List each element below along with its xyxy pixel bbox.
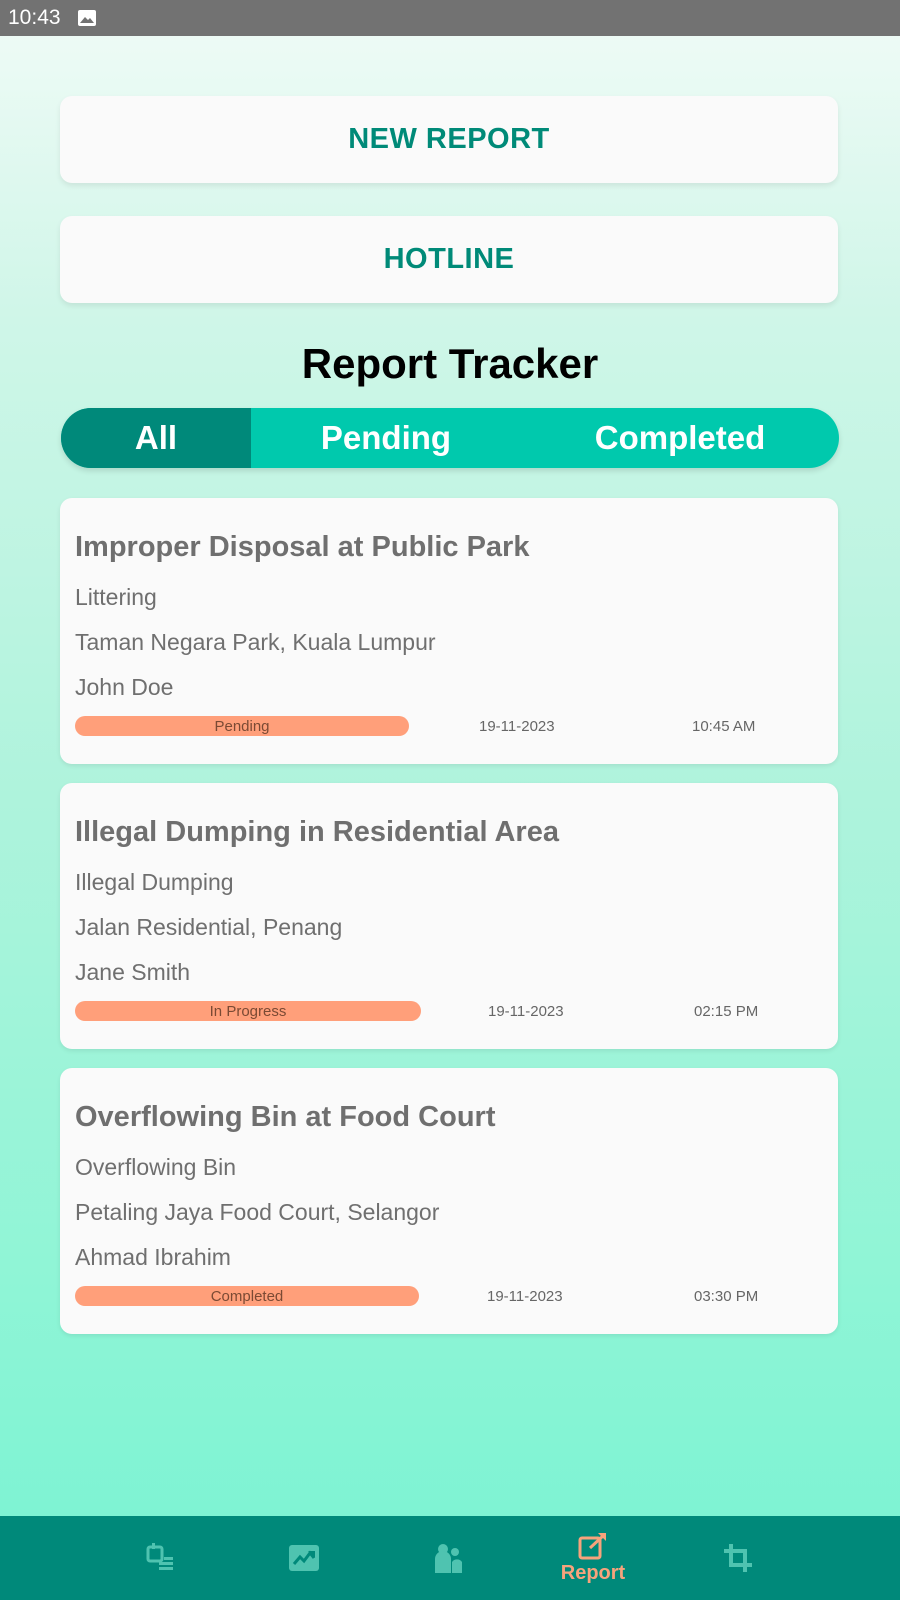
- report-card[interactable]: Improper Disposal at Public Park Litteri…: [60, 498, 838, 764]
- nav-item-photo[interactable]: [254, 1516, 354, 1600]
- crop-icon: [724, 1544, 752, 1572]
- status-badge: Pending: [75, 716, 409, 736]
- report-date: 19-11-2023: [487, 1287, 563, 1305]
- report-title: Improper Disposal at Public Park: [75, 531, 530, 563]
- report-time: 02:15 PM: [694, 1002, 759, 1020]
- nav-item-people[interactable]: [398, 1516, 498, 1600]
- tab-completed[interactable]: Completed: [521, 408, 839, 468]
- nav-label-report: Report: [560, 1561, 626, 1584]
- report-location: Jalan Residential, Penang: [75, 914, 343, 940]
- report-title: Overflowing Bin at Food Court: [75, 1101, 496, 1133]
- report-reporter: John Doe: [75, 674, 174, 700]
- nav-item-crop[interactable]: [688, 1516, 788, 1600]
- new-report-label: NEW REPORT: [348, 123, 550, 155]
- report-filter-tabs: All Pending Completed: [61, 408, 839, 468]
- photo-icon: [289, 1545, 319, 1571]
- new-report-button[interactable]: NEW REPORT: [60, 96, 838, 183]
- people-icon: [435, 1544, 462, 1573]
- report-card[interactable]: Overflowing Bin at Food Court Overflowin…: [60, 1068, 838, 1334]
- report-edit-icon: [578, 1532, 606, 1559]
- tab-all[interactable]: All: [61, 408, 251, 468]
- report-date: 19-11-2023: [479, 717, 555, 735]
- report-category: Illegal Dumping: [75, 869, 234, 895]
- report-category: Littering: [75, 584, 157, 610]
- report-tracker-title: Report Tracker: [301, 340, 599, 387]
- status-time: 10:43: [8, 6, 61, 29]
- status-badge: Completed: [75, 1286, 419, 1306]
- nav-item-schedule[interactable]: [110, 1516, 210, 1600]
- hotline-button[interactable]: HOTLINE: [60, 216, 838, 303]
- report-time: 10:45 AM: [692, 717, 756, 735]
- report-time: 03:30 PM: [694, 1287, 759, 1305]
- nav-item-report[interactable]: Report: [543, 1516, 643, 1600]
- hotline-label: HOTLINE: [383, 243, 515, 275]
- report-category: Overflowing Bin: [75, 1154, 237, 1180]
- schedule-list-icon: [146, 1543, 173, 1570]
- report-reporter: Jane Smith: [75, 959, 191, 985]
- report-reporter: Ahmad Ibrahim: [75, 1244, 231, 1270]
- report-location: Taman Negara Park, Kuala Lumpur: [75, 629, 436, 655]
- tab-pending[interactable]: Pending: [251, 408, 521, 468]
- report-location: Petaling Jaya Food Court, Selangor: [75, 1199, 440, 1225]
- report-title: Illegal Dumping in Residential Area: [75, 816, 559, 848]
- bottom-navigation: Report: [0, 1516, 900, 1600]
- status-badge: In Progress: [75, 1001, 421, 1021]
- report-date: 19-11-2023: [488, 1002, 564, 1020]
- status-bar: 10:43: [0, 0, 900, 36]
- image-notification-icon: [77, 9, 97, 27]
- report-card[interactable]: Illegal Dumping in Residential Area Ille…: [60, 783, 838, 1049]
